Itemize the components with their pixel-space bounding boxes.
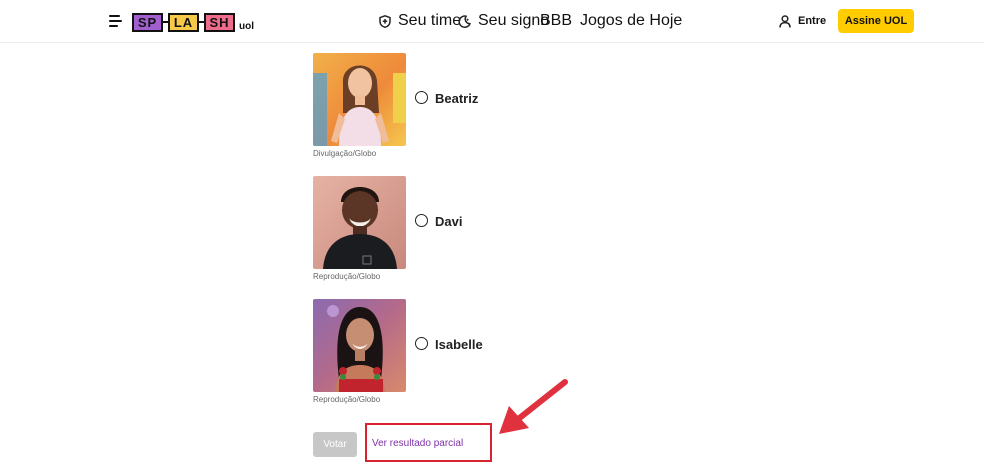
vote-button[interactable]: Votar bbox=[313, 432, 357, 457]
shield-icon bbox=[379, 14, 391, 28]
splash-uol-logo[interactable]: SP LA SH uol bbox=[132, 11, 254, 32]
nav-seu-time[interactable]: Seu time bbox=[379, 12, 461, 30]
radio-beatriz[interactable] bbox=[415, 91, 428, 104]
photo-credit: Divulgação/Globo bbox=[313, 149, 377, 158]
nav-label-bbb: BBB bbox=[540, 12, 573, 29]
candidate-photo-davi bbox=[313, 176, 406, 269]
option-label-isabelle[interactable]: Isabelle bbox=[435, 337, 483, 352]
nav-jogos-de-hoje[interactable]: Jogos de Hoje bbox=[580, 12, 682, 30]
photo-credit: Reprodução/Globo bbox=[313, 272, 381, 281]
candidate-photo-isabelle bbox=[313, 299, 406, 392]
radio-davi[interactable] bbox=[415, 214, 428, 227]
nav-label-jogos-de-hoje: Jogos de Hoje bbox=[580, 12, 683, 29]
nav-label-seu-time: Seu time bbox=[398, 12, 462, 29]
logo-segment-la: LA bbox=[168, 13, 199, 32]
subscribe-button[interactable]: Assine UOL bbox=[838, 9, 914, 33]
login-label: Entre bbox=[798, 15, 827, 27]
annotation-arrow-icon bbox=[499, 379, 568, 434]
login-link[interactable]: Entre bbox=[779, 12, 826, 30]
nav-label-seu-signo: Seu signo bbox=[478, 12, 550, 29]
logo-segment-sp: SP bbox=[132, 13, 163, 32]
option-label-davi[interactable]: Davi bbox=[435, 214, 462, 229]
nav-bbb[interactable]: BBB bbox=[540, 12, 572, 30]
nav-seu-signo[interactable]: Seu signo bbox=[458, 12, 549, 30]
moon-icon bbox=[458, 14, 471, 28]
logo-segment-sh: SH bbox=[204, 13, 235, 32]
annotation-highlight-box bbox=[365, 423, 492, 462]
photo-credit: Reprodução/Globo bbox=[313, 395, 381, 404]
radio-isabelle[interactable] bbox=[415, 337, 428, 350]
candidate-photo-beatriz bbox=[313, 53, 406, 146]
option-label-beatriz[interactable]: Beatriz bbox=[435, 91, 478, 106]
logo-uol-suffix: uol bbox=[239, 21, 254, 32]
user-icon bbox=[779, 14, 791, 28]
site-header: SP LA SH uol Seu time Seu signo BBB Jogo… bbox=[0, 0, 984, 43]
hamburger-menu-icon[interactable] bbox=[109, 14, 123, 27]
